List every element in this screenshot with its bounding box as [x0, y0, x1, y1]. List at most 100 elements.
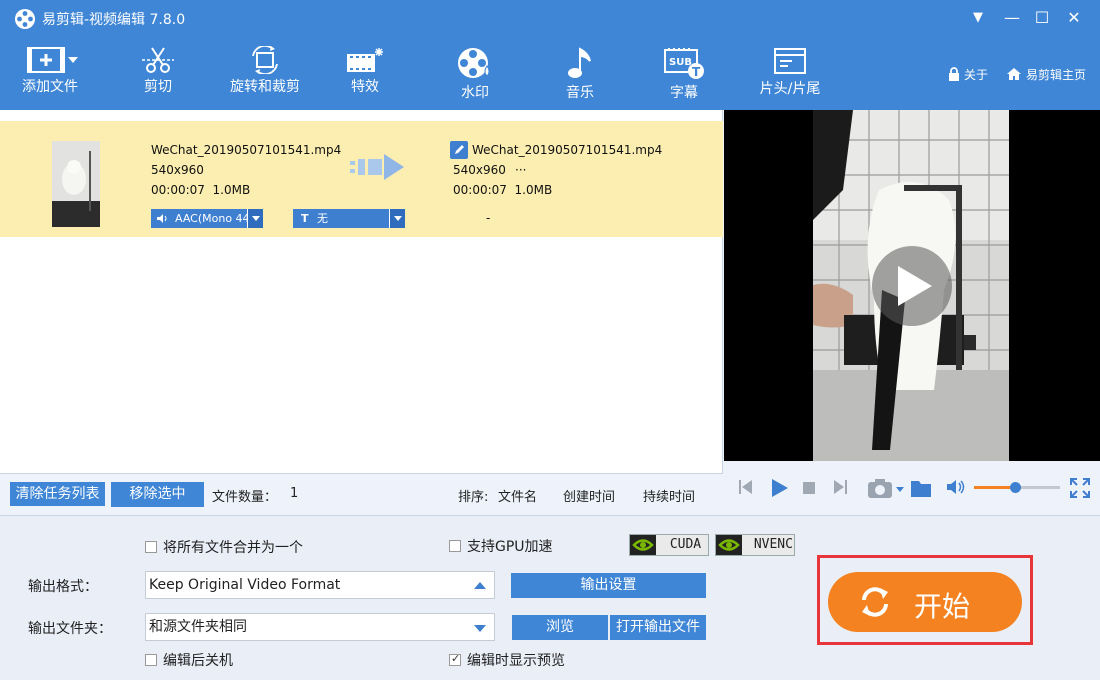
toolbar-effects[interactable]: 特效	[342, 46, 388, 106]
toolbar-label: 特效	[351, 79, 379, 95]
toolbar-label: 水印	[461, 85, 489, 101]
show-preview-label: 编辑时显示预览	[467, 653, 565, 669]
fullscreen-icon[interactable]	[1070, 478, 1090, 498]
music-note-icon	[568, 47, 591, 78]
output-format-select[interactable]: Keep Original Video Format	[145, 571, 495, 599]
toolbar-label: 添加文件	[22, 79, 78, 95]
intro-outro-icon	[774, 48, 806, 74]
remove-selected-button[interactable]: 移除选中	[111, 482, 204, 507]
video-preview[interactable]	[724, 110, 1100, 461]
app-title: 易剪辑-视频编辑 7.8.0	[42, 12, 186, 28]
chevron-down-icon	[247, 209, 263, 228]
rotate-crop-icon	[252, 46, 278, 74]
output-format-value: Keep Original Video Format	[149, 577, 341, 593]
subtitle-icon: SUB T	[664, 48, 704, 79]
svg-text:T: T	[692, 65, 701, 79]
about-label: 关于	[964, 68, 989, 82]
refresh-icon	[862, 587, 888, 617]
nvidia-logo-icon	[630, 535, 656, 555]
file-count-value: 1	[290, 486, 299, 501]
task-row[interactable]: WeChat_20190507101541.mp4 540x960 00:00:…	[0, 121, 723, 237]
start-button[interactable]: 开始	[828, 572, 1022, 632]
toolbar-label: 字幕	[670, 85, 698, 101]
sort-label: 排序:	[458, 490, 489, 505]
source-duration-size: 00:00:07 1.0MB	[151, 183, 251, 197]
browse-button[interactable]: 浏览	[512, 615, 608, 640]
camera-snapshot-icon[interactable]	[867, 477, 905, 499]
volume-icon[interactable]	[946, 478, 966, 496]
show-preview-checkbox[interactable]: 编辑时显示预览	[449, 650, 565, 670]
chevron-up-icon	[474, 582, 486, 589]
volume-slider[interactable]	[974, 482, 1060, 493]
video-thumbnail	[52, 141, 100, 227]
volume-knob[interactable]	[1010, 482, 1022, 493]
source-resolution: 540x960	[151, 163, 204, 177]
toolbar-subtitle[interactable]: SUB T 字幕	[660, 46, 708, 106]
home-link[interactable]: 易剪辑主页	[1006, 66, 1086, 83]
output-filename: WeChat_20190507101541.mp4	[472, 143, 663, 157]
toolbar-rotate-crop[interactable]: 旋转和裁剪	[224, 46, 306, 106]
toolbar-label: 剪切	[144, 79, 172, 95]
previous-icon[interactable]	[738, 478, 754, 496]
subtitle-track-value: 无	[317, 212, 328, 225]
toolbar-label: 片头/片尾	[759, 81, 821, 97]
home-label: 易剪辑主页	[1026, 68, 1087, 82]
output-resolution-more[interactable]: ···	[515, 163, 526, 177]
clear-task-list-button[interactable]: 清除任务列表	[10, 482, 105, 506]
cuda-label: CUDA	[669, 537, 702, 552]
open-output-folder-button[interactable]: 打开输出文件	[610, 615, 706, 640]
gpu-acceleration-label: 支持GPU加速	[467, 539, 553, 555]
output-settings-button[interactable]: 输出设置	[511, 573, 706, 598]
edit-output-name-icon[interactable]	[450, 141, 468, 159]
toolbar-label: 音乐	[566, 85, 594, 101]
text-t-icon: T	[301, 212, 309, 225]
output-folder-select[interactable]: 和源文件夹相同	[145, 613, 495, 641]
sort-by-filename[interactable]: 文件名	[498, 486, 537, 505]
sort-by-created[interactable]: 创建时间	[563, 486, 615, 505]
file-count-label: 文件数量：	[212, 490, 278, 505]
merge-files-checkbox[interactable]: 将所有文件合并为一个	[145, 537, 303, 557]
subtitle-track-dropdown[interactable]: T 无	[293, 209, 405, 228]
checkbox-box	[145, 654, 157, 666]
task-list-footer: 清除任务列表 移除选中 文件数量： 1 排序: 文件名 创建时间 持续时间	[0, 473, 723, 515]
shutdown-after-checkbox[interactable]: 编辑后关机	[145, 650, 233, 670]
task-list: WeChat_20190507101541.mp4 540x960 00:00:…	[0, 110, 723, 473]
folder-icon[interactable]	[910, 478, 932, 498]
home-icon	[1007, 68, 1021, 80]
start-label: 开始	[914, 590, 971, 623]
scissors-icon	[142, 47, 174, 73]
minimize-button[interactable]: —	[999, 6, 1025, 30]
app-logo-icon	[15, 9, 35, 29]
speaker-icon	[157, 214, 167, 223]
nvidia-logo-icon	[716, 535, 742, 555]
about-link[interactable]: 关于	[948, 66, 988, 83]
watermark-icon	[458, 48, 490, 78]
chevron-down-icon	[474, 625, 486, 632]
player-controls	[724, 461, 1100, 515]
play-icon[interactable]	[769, 478, 789, 498]
output-settings-panel: 将所有文件合并为一个 支持GPU加速 CUDA NVENC 输出格式： Keep…	[0, 515, 1100, 680]
add-file-icon	[27, 47, 78, 73]
toolbar-watermark[interactable]: 水印	[452, 46, 498, 106]
main-toolbar: 添加文件 剪切 旋转和裁剪 特效 水印 音乐 SUB T 字幕 片头/片尾	[0, 40, 940, 110]
audio-track-dropdown[interactable]: AAC(Mono 44	[151, 209, 263, 228]
nvenc-badge: NVENC	[715, 534, 795, 556]
convert-arrow-icon	[350, 154, 404, 180]
checkbox-box	[449, 652, 461, 666]
toolbar-cut[interactable]: 剪切	[130, 46, 186, 106]
toolbar-intro-outro[interactable]: 片头/片尾	[754, 46, 826, 106]
output-duration-size: 00:00:07 1.0MB	[453, 183, 553, 197]
toolbar-label: 旋转和裁剪	[230, 79, 300, 95]
toolbar-music[interactable]: 音乐	[560, 46, 600, 106]
gpu-acceleration-checkbox[interactable]: 支持GPU加速	[449, 536, 553, 556]
checkbox-box	[449, 540, 461, 552]
next-icon[interactable]	[832, 478, 848, 496]
sort-by-duration[interactable]: 持续时间	[643, 486, 695, 505]
toolbar-add-file[interactable]: 添加文件	[18, 46, 82, 106]
maximize-button[interactable]: ☐	[1029, 6, 1055, 30]
menu-dropdown-button[interactable]: ▼	[965, 6, 991, 30]
close-button[interactable]: ✕	[1061, 6, 1087, 30]
merge-files-label: 将所有文件合并为一个	[163, 540, 303, 556]
title-bar: 易剪辑-视频编辑 7.8.0 ▼ — ☐ ✕	[0, 0, 1100, 36]
stop-icon[interactable]	[803, 482, 815, 494]
